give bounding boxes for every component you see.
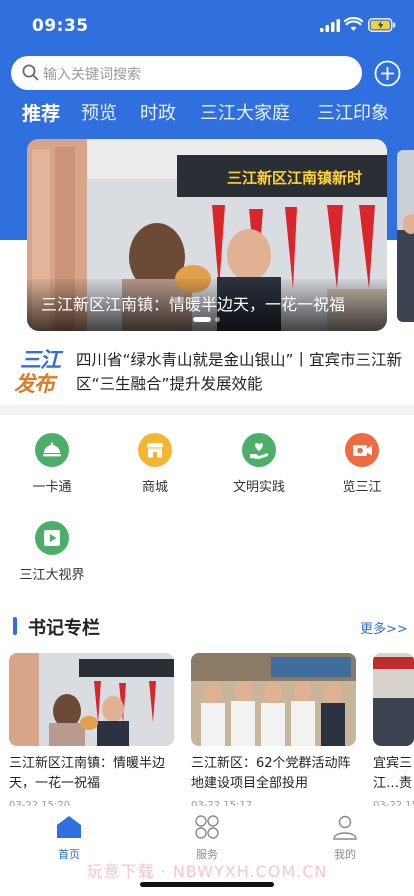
banner-caption[interactable]: 三江新区江南镇：情暖半边天，一花一祝福 <box>41 291 371 315</box>
column-accent-bar <box>13 617 17 635</box>
tab-politics[interactable]: 时政 <box>140 99 176 125</box>
service-label: 商城 <box>141 480 168 495</box>
tabbar-mine[interactable]: 我的 <box>315 814 375 862</box>
grid-icon <box>195 815 219 839</box>
tabbar-service[interactable]: 服务 <box>177 814 237 862</box>
tab-preview[interactable]: 预览 <box>81 99 117 125</box>
search-bar[interactable]: 输入关键词搜索 <box>11 56 362 90</box>
banner-photo-sign: 三江新区江南镇新时 <box>227 169 363 187</box>
article-title: 宜宾三江…责任 筑… <box>373 756 413 791</box>
logo-text-bottom: 发布 <box>14 372 55 396</box>
service-label: 文明实践 <box>232 480 285 495</box>
banner-caption-overlay: 三江新区江南镇：情暖半边天，一花一祝福 <box>27 279 387 331</box>
tab-recommend[interactable]: 推荐 <box>22 99 60 126</box>
person-icon <box>333 815 357 840</box>
status-time: 09:35 <box>32 16 89 36</box>
article-card[interactable]: 三江新区：62个党群活动阵地建设项目全部投用 03-22 15:17 <box>191 653 359 811</box>
service-shop[interactable]: 商城 <box>115 433 195 495</box>
card-icon <box>35 433 69 467</box>
tabbar-home[interactable]: 首页 <box>39 814 99 862</box>
column-title: 书记专栏 <box>28 618 100 639</box>
service-civilization-practice[interactable]: 文明实践 <box>219 433 299 495</box>
tab-sanjiang-impression[interactable]: 三江印象 <box>317 99 389 125</box>
column-more-link[interactable]: 更多>> <box>360 618 408 637</box>
shop-icon <box>138 433 172 467</box>
article-thumbnail <box>9 653 174 746</box>
article-title: 三江新区：62个党群活动阵地建设项目全部投用 <box>191 756 351 791</box>
app-screen: 09:35 输入关键词搜索 推荐 预览 时政 三江大家庭 三江印象 三江新区江南… <box>0 0 414 896</box>
service-label: 览三江 <box>342 480 382 495</box>
article-card[interactable]: 宜宾三江…责任 筑… 03-22 15:… <box>373 653 414 811</box>
camera-icon <box>345 433 379 467</box>
add-channel-icon[interactable] <box>374 60 401 87</box>
cellular-signal-icon <box>320 19 340 32</box>
service-label: 三江大视界 <box>19 568 85 583</box>
section-divider <box>0 405 414 415</box>
banner-next-photo <box>397 150 414 322</box>
service-one-card[interactable]: 一卡通 <box>12 433 92 495</box>
article-title: 三江新区江南镇：情暖半边天，一花一祝福 <box>9 756 166 791</box>
sanjiang-release-logo: 三江 发布 <box>14 346 66 396</box>
home-indicator <box>140 882 274 887</box>
service-label: 一卡通 <box>32 480 72 495</box>
video-icon <box>35 521 69 555</box>
heart-hand-icon <box>242 433 276 467</box>
service-sanjiang-vision[interactable]: 三江大视界 <box>12 521 92 583</box>
search-icon <box>22 64 39 81</box>
watermark: 玩意下载 · NBWYXH.COM.CN <box>86 862 328 881</box>
battery-icon <box>368 18 396 32</box>
tab-sanjiang-family[interactable]: 三江大家庭 <box>200 99 290 125</box>
article-thumbnail <box>191 653 356 746</box>
search-placeholder[interactable]: 输入关键词搜索 <box>43 64 141 84</box>
headline-text[interactable]: 四川省“绿水青山就是金山银山”丨宜宾市三江新区“三生融合”提升发展效能 <box>76 348 406 396</box>
article-thumbnail <box>373 653 414 746</box>
carousel-indicator <box>193 317 220 322</box>
channel-tabs: 推荐 预览 时政 三江大家庭 三江印象 <box>0 99 414 129</box>
home-icon <box>57 816 81 838</box>
article-card[interactable]: 三江新区江南镇：情暖半边天，一花一祝福 03-22 15:20 <box>9 653 177 811</box>
service-view-sanjiang[interactable]: 览三江 <box>322 433 402 495</box>
banner-next-peek[interactable] <box>397 150 414 322</box>
banner-carousel[interactable]: 三江新区江南镇新时 三江新区江南镇：情暖半边天，一花一祝福 <box>27 139 387 331</box>
wifi-icon <box>344 17 363 31</box>
status-bar: 09:35 <box>0 0 414 52</box>
